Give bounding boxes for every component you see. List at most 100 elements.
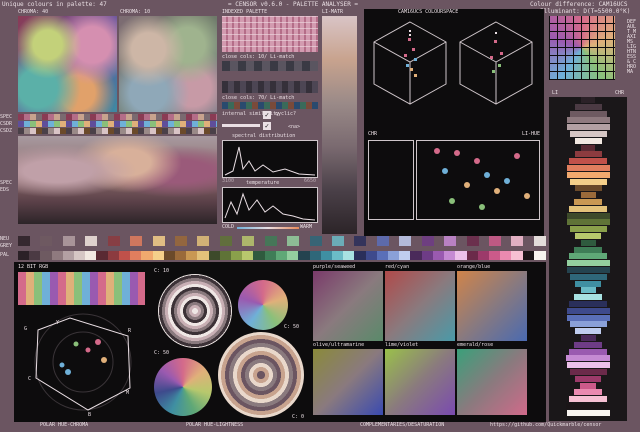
neutral-swatch [309,236,322,246]
palette-swatch[interactable] [466,251,479,260]
palette-swatch[interactable] [421,251,434,260]
palette-swatch[interactable] [74,251,87,260]
polar-letter-y: Y [56,320,60,326]
neutral-swatch [511,236,524,246]
palette-swatch[interactable] [231,251,244,260]
lightness-bar [575,328,601,335]
palette-swatch[interactable] [522,251,535,260]
neutral-swatch [287,236,300,246]
palette-swatch[interactable] [51,251,64,260]
palette-swatch[interactable] [118,251,131,260]
palette-swatch[interactable] [331,251,344,260]
palette-swatch[interactable] [410,251,423,260]
illuminant-label: Illuminant: D(T=5500.0°K) [540,8,631,15]
palette-swatch[interactable] [197,251,210,260]
palette-swatch[interactable] [444,251,457,260]
palette-swatch[interactable] [376,251,389,260]
c50a-label: C: 50 [284,324,300,330]
indexed-palette-label: INDEXED PALETTE [222,9,268,15]
neutral-swatch [331,236,344,246]
palette-swatch[interactable] [163,251,176,260]
palette-swatch[interactable] [533,251,546,260]
palette-swatch[interactable] [152,251,165,260]
palette-swatch[interactable] [130,251,143,260]
palette-swatch[interactable] [40,251,53,260]
palette-swatch[interactable] [275,251,288,260]
palette-swatch[interactable] [219,251,232,260]
neutral-swatch [85,236,98,246]
spec-label-1: SPEC [0,114,13,120]
palette-swatch[interactable] [141,251,154,260]
lightness-bar [566,362,610,369]
comp-red-cyan [385,271,455,341]
lightness-bar [581,144,595,151]
lightness-bar [566,117,610,124]
palette-swatch[interactable] [511,251,524,260]
palette-swatch[interactable] [388,251,401,260]
palette-swatch[interactable] [264,251,277,260]
lightness-bar [574,151,602,158]
palette-swatch[interactable] [320,251,333,260]
cyclic-value: <na> [288,124,301,130]
chroma-40-map [18,16,117,112]
neutral-swatch [488,236,501,246]
bit12-label: 12 BIT RGB [18,264,49,270]
polar-letter-r: R [128,328,132,334]
palette-swatch[interactable] [354,251,367,260]
disc-c0 [218,332,304,418]
lightness-bar [569,301,607,307]
neutral-swatch [152,236,165,246]
lightness-bar [569,131,607,137]
cyclic-checkbox[interactable]: ✓ [263,122,271,130]
palette-swatch[interactable] [309,251,322,260]
lightness-bar [580,335,596,341]
palette-swatch[interactable] [85,251,98,260]
palette-swatch[interactable] [298,251,311,260]
lightness-bar [566,307,610,314]
grey-label: GREY [0,243,13,249]
comp-olive-ultramarine [313,349,383,415]
lightness-bar [574,185,602,192]
polar-hue-chroma [34,313,132,411]
palette-swatch[interactable] [365,251,378,260]
comp-emerald-rose [457,349,527,415]
spec-label-4: SPEC [0,180,13,186]
lightness-bar [569,321,607,328]
temperature-label: temperature [246,180,280,186]
spectral-min: 3100 [222,178,235,184]
lightness-bar [580,382,596,389]
close-cols-70-label: close cols: 70/ Li-match [222,95,295,101]
spectral-curve [224,146,316,176]
palette-swatch[interactable] [343,251,356,260]
palette-swatch[interactable] [399,251,412,260]
palette-swatch[interactable] [107,251,120,260]
palette-swatch[interactable] [208,251,221,260]
spectral-graph [222,140,318,178]
palette-swatch[interactable] [242,251,255,260]
similarity-checkbox[interactable]: ✓ [263,111,271,119]
palette-swatch[interactable] [500,251,513,260]
palette-swatch[interactable] [29,251,42,260]
palette-swatch[interactable] [488,251,501,260]
spec-label-2: CSDR [0,121,13,127]
side-text: DEFAULT MAXIMS LIGHTNESS & CHROMA [627,19,637,75]
lightness-bar [574,103,602,110]
c10-label: C: 10 [154,268,170,274]
palette-swatch[interactable] [455,251,468,260]
palette-swatch[interactable] [287,251,300,260]
palette-swatch[interactable] [253,251,266,260]
lightness-bar [566,165,610,171]
neu-label: NEU [0,236,10,242]
palette-swatch[interactable] [477,251,490,260]
palette-row [18,251,546,260]
neutral-swatch [466,236,479,246]
github-link[interactable]: https://github.com/Quickmarble/censor [490,422,601,428]
palette-swatch[interactable] [18,251,30,260]
palette-swatch[interactable] [62,251,75,260]
palette-swatch[interactable] [174,251,187,260]
palette-swatch[interactable] [186,251,199,260]
palette-swatch[interactable] [432,251,445,260]
temperature-graph [222,187,318,223]
lightness-bar [566,355,610,362]
palette-swatch[interactable] [96,251,109,260]
